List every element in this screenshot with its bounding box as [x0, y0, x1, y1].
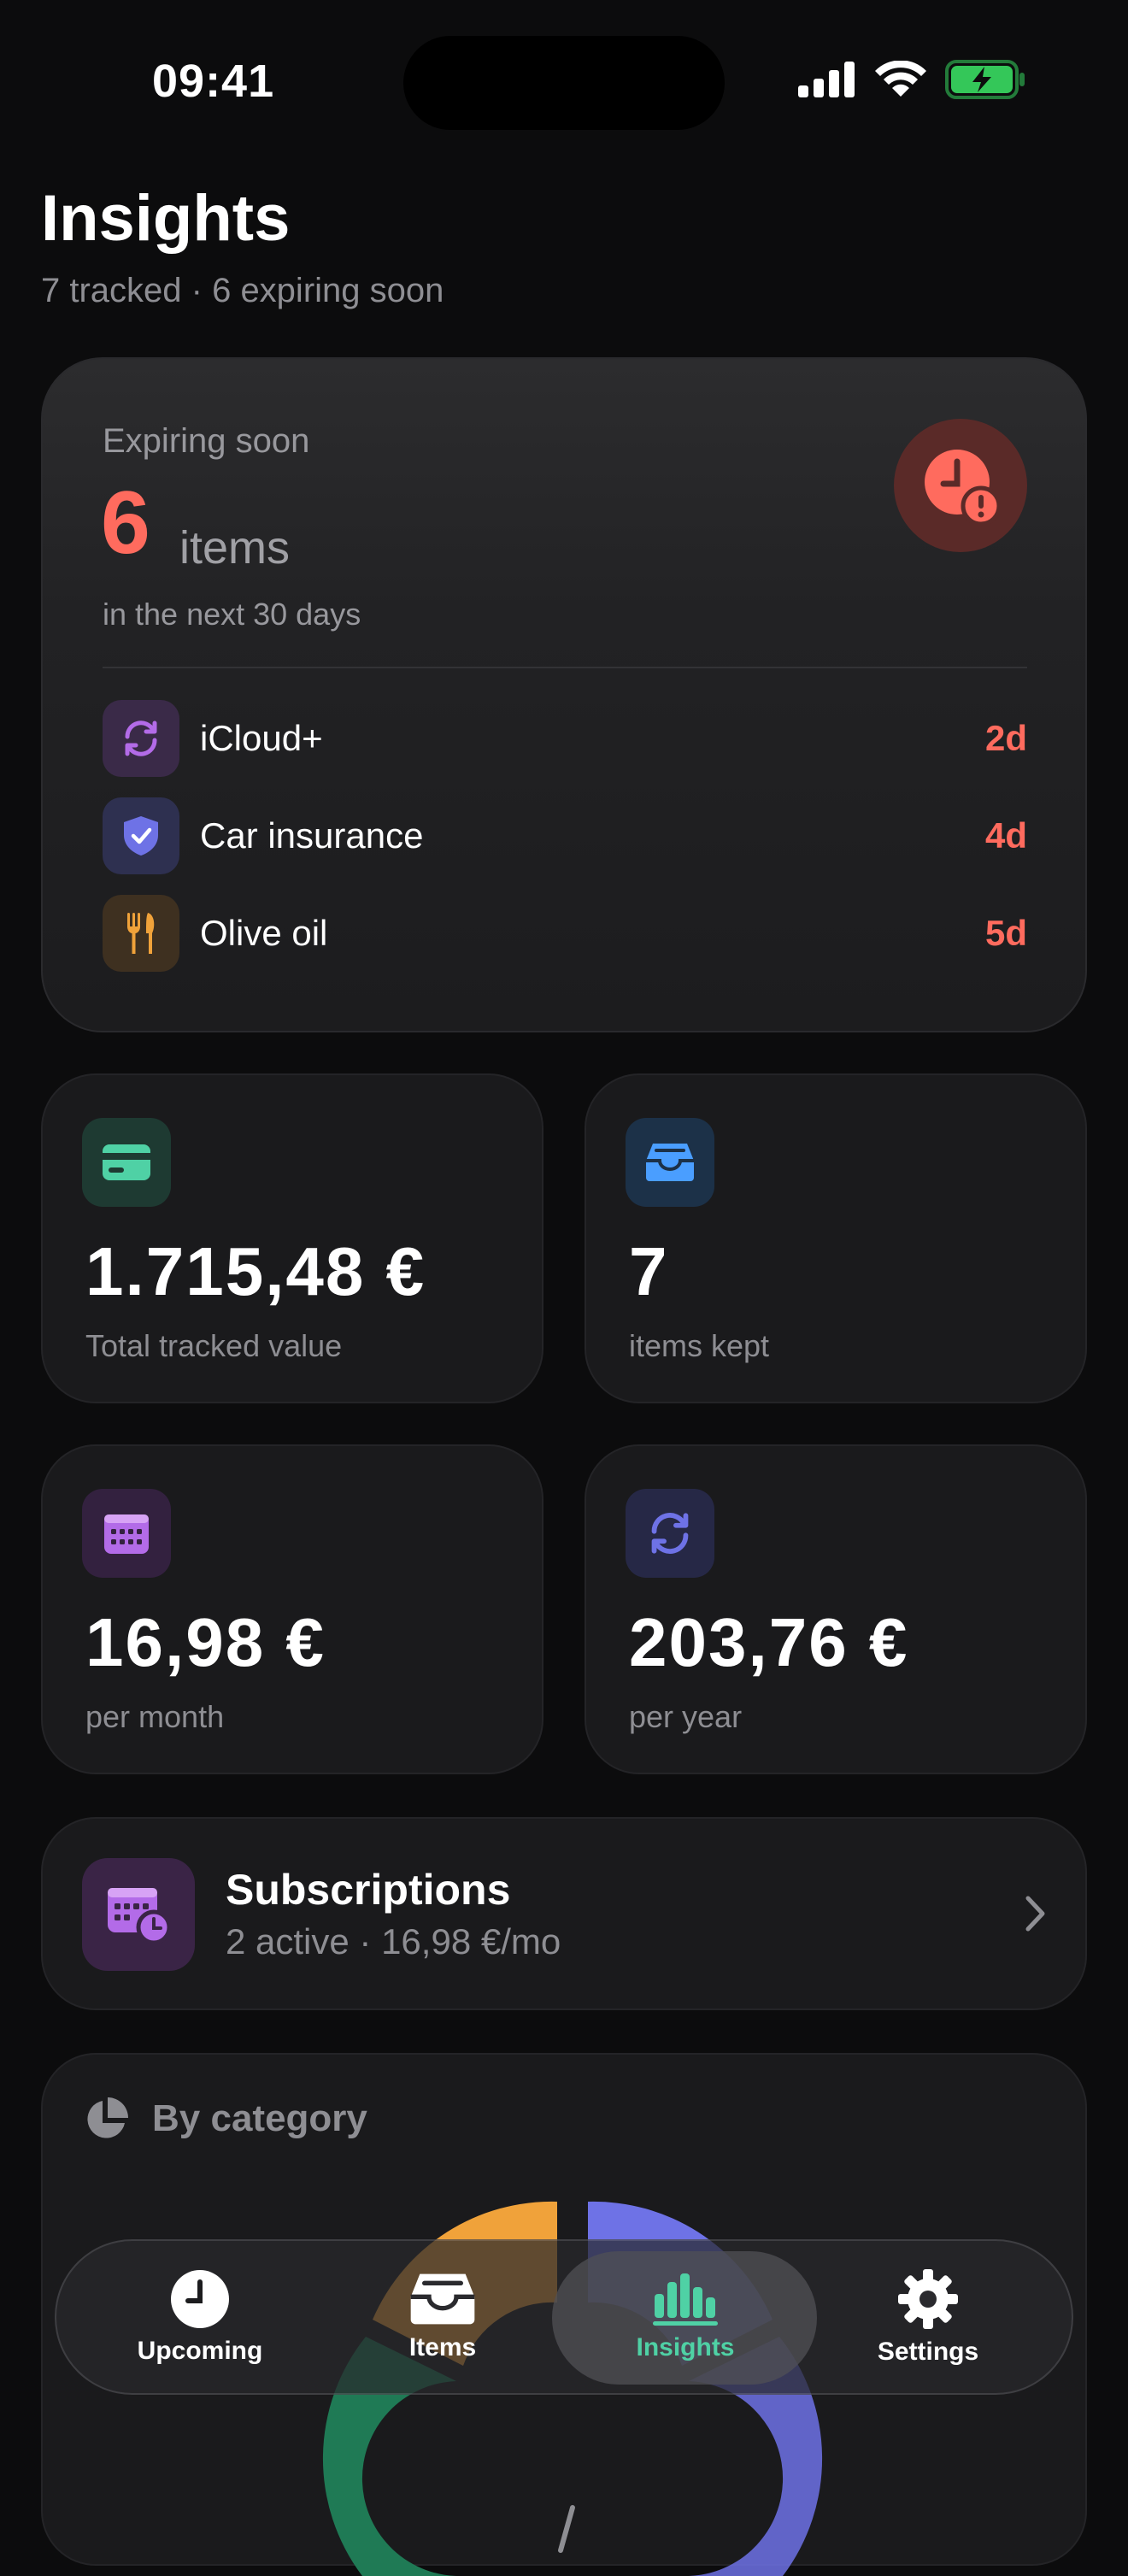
- calendar-icon: [82, 1489, 171, 1578]
- expiring-note: in the next 30 days: [103, 597, 361, 632]
- expiring-item-name: Car insurance: [200, 815, 424, 856]
- stat-card-total-value[interactable]: 1.715,48 € Total tracked value: [41, 1073, 543, 1403]
- sync-icon: [626, 1489, 714, 1578]
- tray-icon: [626, 1118, 714, 1207]
- subscriptions-title: Subscriptions: [226, 1866, 511, 1914]
- tab-upcoming[interactable]: Upcoming: [80, 2241, 320, 2393]
- battery-charging-icon: [945, 60, 1025, 99]
- expiring-soon-card[interactable]: Expiring soon 6 items in the next 30 day…: [41, 357, 1087, 1032]
- expiring-item-name: iCloud+: [200, 718, 323, 758]
- fork-knife-icon: [103, 895, 179, 972]
- tab-bar: Upcoming Items Insights Settings: [55, 2239, 1073, 2395]
- tab-label: Items: [408, 2333, 477, 2361]
- dynamic-island: [403, 36, 725, 130]
- cellular-signal-icon: [798, 62, 855, 97]
- tab-label: Insights: [636, 2333, 735, 2361]
- stat-value: 16,98 €: [85, 1604, 326, 1680]
- expiring-unit: items: [179, 522, 291, 573]
- stat-value: 1.715,48 €: [85, 1233, 426, 1309]
- status-time: 09:41: [152, 56, 275, 107]
- expiring-item[interactable]: iCloud+ 2d: [103, 699, 1027, 778]
- chart-bar-icon: [653, 2273, 718, 2326]
- wifi-icon: [875, 61, 926, 97]
- gear-icon: [898, 2269, 958, 2329]
- expiring-item-name: Olive oil: [200, 913, 328, 953]
- expiring-item[interactable]: Car insurance 4d: [103, 797, 1027, 875]
- page-subtitle: 7 tracked · 6 expiring soon: [41, 272, 444, 309]
- expiring-item[interactable]: Olive oil 5d: [103, 894, 1027, 973]
- expiring-item-days: 2d: [984, 718, 1027, 758]
- tab-items[interactable]: Items: [323, 2241, 562, 2393]
- expiring-item-days: 4d: [984, 815, 1027, 856]
- stat-card-per-year[interactable]: 203,76 € per year: [585, 1444, 1087, 1774]
- by-category-title: By category: [152, 2097, 367, 2139]
- tab-insights[interactable]: Insights: [566, 2241, 805, 2393]
- stat-value: 7: [629, 1233, 669, 1309]
- clock-alert-icon: [894, 419, 1027, 552]
- tab-label: Settings: [877, 2338, 979, 2366]
- chevron-right-icon: [1025, 1896, 1045, 1932]
- tab-label: Upcoming: [137, 2337, 263, 2365]
- expiring-label: Expiring soon: [103, 422, 310, 460]
- expiring-item-days: 5d: [984, 913, 1027, 953]
- calendar-clock-icon: [82, 1858, 195, 1971]
- stat-label: Total tracked value: [85, 1328, 343, 1363]
- shield-check-icon: [103, 797, 179, 874]
- tray-icon: [410, 2273, 475, 2325]
- tab-settings[interactable]: Settings: [808, 2241, 1048, 2393]
- card-icon: [82, 1118, 171, 1207]
- clock-icon: [171, 2270, 229, 2328]
- expiring-count: 6: [101, 473, 150, 573]
- subscriptions-row[interactable]: Subscriptions 2 active · 16,98 €/mo: [41, 1817, 1087, 2010]
- stat-label: per month: [85, 1699, 225, 1734]
- divider: [103, 667, 1027, 668]
- status-icons: [798, 60, 1025, 99]
- stat-value: 203,76 €: [629, 1604, 909, 1680]
- subscriptions-subtitle: 2 active · 16,98 €/mo: [226, 1921, 561, 1961]
- stat-card-items-kept[interactable]: 7 items kept: [585, 1073, 1087, 1403]
- page-title: Insights: [41, 182, 291, 255]
- stat-label: items kept: [629, 1328, 770, 1363]
- stat-card-per-month[interactable]: 16,98 € per month: [41, 1444, 543, 1774]
- sync-icon: [103, 700, 179, 777]
- stat-label: per year: [629, 1699, 743, 1734]
- pie-chart-icon: [87, 2097, 128, 2138]
